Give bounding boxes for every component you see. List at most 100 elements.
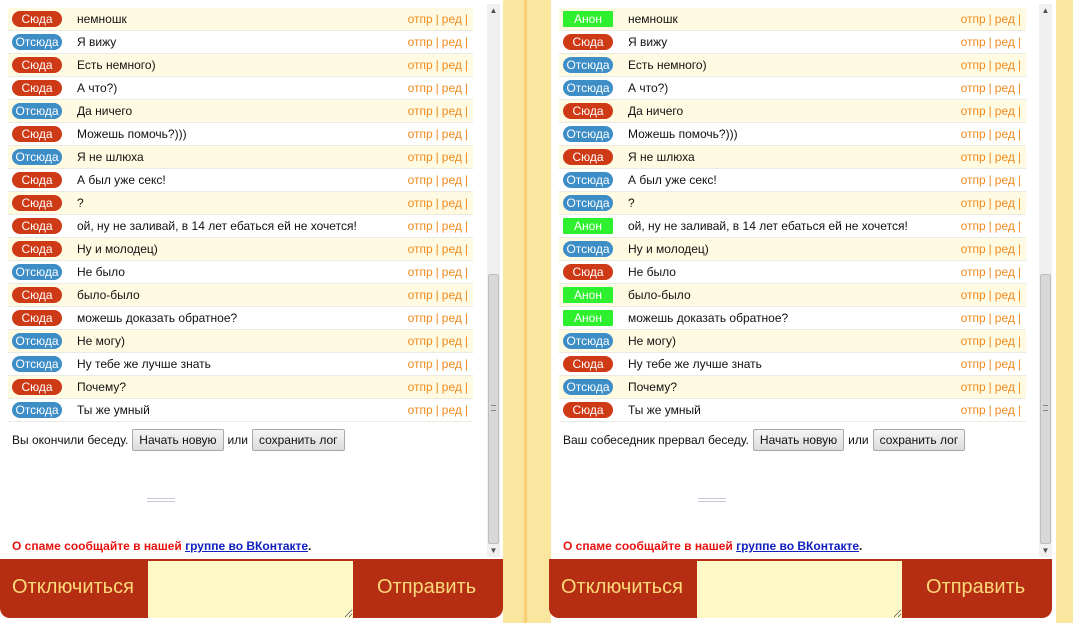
send-action-link[interactable]: отпр — [408, 311, 433, 325]
edit-action-link[interactable]: ред — [442, 288, 462, 302]
vk-group-link[interactable]: группе во ВКонтакте — [736, 539, 859, 553]
send-action-link[interactable]: отпр — [408, 242, 433, 256]
scroll-thumb[interactable] — [1040, 274, 1051, 544]
edit-action-link[interactable]: ред — [442, 311, 462, 325]
send-action-link[interactable]: отпр — [408, 196, 433, 210]
scrollbar[interactable]: ▲ ▼ — [487, 4, 500, 557]
new-chat-button[interactable]: Начать новую — [752, 429, 845, 451]
message-text: Ты же умный — [628, 403, 701, 417]
send-action-link[interactable]: отпр — [961, 403, 986, 417]
send-button[interactable]: Отправить — [377, 576, 476, 599]
send-action-link[interactable]: отпр — [408, 150, 433, 164]
edit-action-link[interactable]: ред — [995, 81, 1015, 95]
send-action-link[interactable]: отпр — [961, 150, 986, 164]
send-action-link[interactable]: отпр — [961, 81, 986, 95]
edit-action-link[interactable]: ред — [995, 288, 1015, 302]
edit-action-link[interactable]: ред — [995, 334, 1015, 348]
edit-action-link[interactable]: ред — [442, 334, 462, 348]
send-action-link[interactable]: отпр — [961, 242, 986, 256]
send-action-link[interactable]: отпр — [408, 288, 433, 302]
action-separator: | — [1017, 334, 1021, 348]
send-action-link[interactable]: отпр — [961, 380, 986, 394]
edit-action-link[interactable]: ред — [442, 242, 462, 256]
send-action-link[interactable]: отпр — [961, 334, 986, 348]
action-separator: | — [988, 35, 992, 49]
send-action-link[interactable]: отпр — [408, 12, 433, 26]
edit-action-link[interactable]: ред — [995, 104, 1015, 118]
scroll-up-arrow-icon[interactable]: ▲ — [1039, 4, 1052, 17]
send-action-link[interactable]: отпр — [961, 265, 986, 279]
vk-group-link[interactable]: группе во ВКонтакте — [185, 539, 308, 553]
send-action-link[interactable]: отпр — [961, 357, 986, 371]
send-action-link[interactable]: отпр — [961, 127, 986, 141]
send-action-link[interactable]: отпр — [408, 127, 433, 141]
edit-action-link[interactable]: ред — [995, 219, 1015, 233]
edit-action-link[interactable]: ред — [442, 265, 462, 279]
send-action-link[interactable]: отпр — [408, 334, 433, 348]
send-action-link[interactable]: отпр — [408, 265, 433, 279]
send-action-link[interactable]: отпр — [961, 311, 986, 325]
edit-action-link[interactable]: ред — [442, 35, 462, 49]
send-action-link[interactable]: отпр — [961, 58, 986, 72]
edit-action-link[interactable]: ред — [995, 35, 1015, 49]
send-button[interactable]: Отправить — [926, 576, 1025, 599]
send-action-link[interactable]: отпр — [408, 403, 433, 417]
sender-badge: Отсюда — [563, 379, 613, 395]
edit-action-link[interactable]: ред — [442, 150, 462, 164]
edit-action-link[interactable]: ред — [442, 173, 462, 187]
edit-action-link[interactable]: ред — [995, 58, 1015, 72]
scroll-thumb[interactable] — [488, 274, 499, 544]
send-action-link[interactable]: отпр — [408, 173, 433, 187]
action-separator: | — [464, 196, 468, 210]
edit-action-link[interactable]: ред — [995, 196, 1015, 210]
scroll-down-arrow-icon[interactable]: ▼ — [1039, 544, 1052, 557]
send-action-link[interactable]: отпр — [408, 81, 433, 95]
edit-action-link[interactable]: ред — [442, 196, 462, 210]
send-action-link[interactable]: отпр — [961, 12, 986, 26]
edit-action-link[interactable]: ред — [995, 311, 1015, 325]
send-action-link[interactable]: отпр — [961, 35, 986, 49]
send-action-link[interactable]: отпр — [408, 104, 433, 118]
save-log-button[interactable]: сохранить лог — [872, 429, 966, 451]
message-row: Сюда Ну тебе же лучше знать отпр | ред | — [559, 353, 1026, 376]
disconnect-button[interactable]: Отключиться — [12, 576, 134, 599]
edit-action-link[interactable]: ред — [442, 219, 462, 233]
edit-action-link[interactable]: ред — [995, 12, 1015, 26]
scroll-up-arrow-icon[interactable]: ▲ — [487, 4, 500, 17]
message-input[interactable] — [148, 561, 353, 618]
scroll-down-arrow-icon[interactable]: ▼ — [487, 544, 500, 557]
edit-action-link[interactable]: ред — [995, 127, 1015, 141]
message-input[interactable] — [697, 561, 902, 618]
disconnect-button[interactable]: Отключиться — [561, 576, 683, 599]
edit-action-link[interactable]: ред — [995, 173, 1015, 187]
edit-action-link[interactable]: ред — [442, 403, 462, 417]
send-action-link[interactable]: отпр — [961, 219, 986, 233]
message-actions: отпр | ред | — [408, 403, 471, 417]
edit-action-link[interactable]: ред — [442, 58, 462, 72]
send-action-link[interactable]: отпр — [408, 380, 433, 394]
send-action-link[interactable]: отпр — [408, 58, 433, 72]
edit-action-link[interactable]: ред — [995, 380, 1015, 394]
edit-action-link[interactable]: ред — [442, 380, 462, 394]
edit-action-link[interactable]: ред — [995, 150, 1015, 164]
new-chat-button[interactable]: Начать новую — [132, 429, 224, 451]
edit-action-link[interactable]: ред — [995, 265, 1015, 279]
send-action-link[interactable]: отпр — [961, 288, 986, 302]
edit-action-link[interactable]: ред — [442, 127, 462, 141]
send-action-link[interactable]: отпр — [408, 357, 433, 371]
edit-action-link[interactable]: ред — [995, 242, 1015, 256]
send-action-link[interactable]: отпр — [961, 196, 986, 210]
message-actions: отпр | ред | — [961, 81, 1024, 95]
scrollbar[interactable]: ▲ ▼ — [1039, 4, 1052, 557]
edit-action-link[interactable]: ред — [995, 403, 1015, 417]
send-action-link[interactable]: отпр — [961, 173, 986, 187]
send-action-link[interactable]: отпр — [961, 104, 986, 118]
edit-action-link[interactable]: ред — [442, 12, 462, 26]
edit-action-link[interactable]: ред — [995, 357, 1015, 371]
send-action-link[interactable]: отпр — [408, 219, 433, 233]
edit-action-link[interactable]: ред — [442, 357, 462, 371]
save-log-button[interactable]: сохранить лог — [251, 429, 345, 451]
send-action-link[interactable]: отпр — [408, 35, 433, 49]
edit-action-link[interactable]: ред — [442, 81, 462, 95]
edit-action-link[interactable]: ред — [442, 104, 462, 118]
